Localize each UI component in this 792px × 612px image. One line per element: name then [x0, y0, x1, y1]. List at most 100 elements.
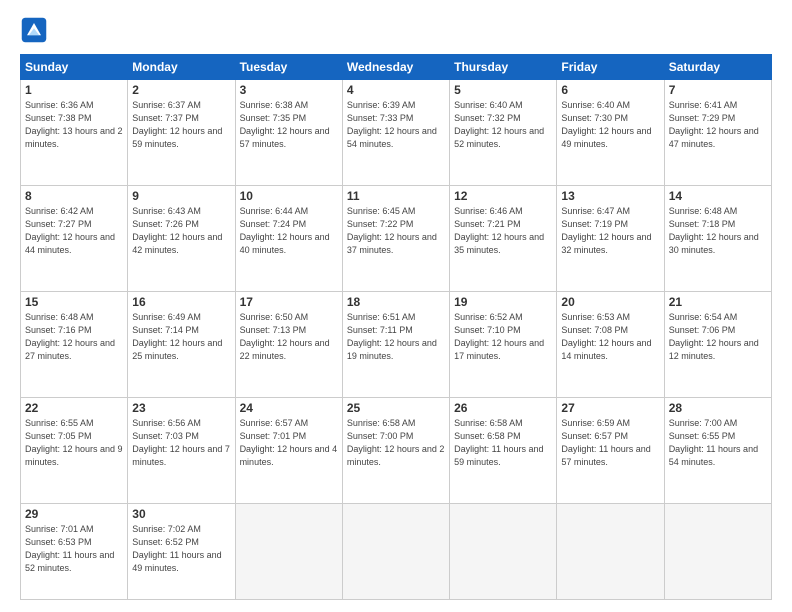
calendar-cell — [664, 503, 771, 599]
calendar-cell: 23Sunrise: 6:56 AMSunset: 7:03 PMDayligh… — [128, 397, 235, 503]
day-number: 12 — [454, 189, 552, 203]
day-number: 18 — [347, 295, 445, 309]
day-number: 30 — [132, 507, 230, 521]
calendar-cell: 7 Sunrise: 6:41 AMSunset: 7:29 PMDaylight… — [664, 80, 771, 186]
weekday-header: Tuesday — [235, 55, 342, 80]
day-number: 7 — [669, 83, 767, 97]
day-info: Sunrise: 6:56 AMSunset: 7:03 PMDaylight:… — [132, 417, 230, 469]
calendar-cell: 3 Sunrise: 6:38 AMSunset: 7:35 PMDaylight… — [235, 80, 342, 186]
day-number: 19 — [454, 295, 552, 309]
calendar-cell: 25 Sunrise: 6:58 AMSunset: 7:00 PMDayligh… — [342, 397, 449, 503]
calendar-cell: 4 Sunrise: 6:39 AMSunset: 7:33 PMDaylight… — [342, 80, 449, 186]
day-info: Sunrise: 6:48 AMSunset: 7:16 PMDaylight:… — [25, 311, 123, 363]
day-info: Sunrise: 6:52 AMSunset: 7:10 PMDaylight:… — [454, 311, 552, 363]
day-number: 11 — [347, 189, 445, 203]
weekday-header: Wednesday — [342, 55, 449, 80]
calendar-cell: 17 Sunrise: 6:50 AMSunset: 7:13 PMDayligh… — [235, 291, 342, 397]
day-number: 27 — [561, 401, 659, 415]
day-info: Sunrise: 6:46 AMSunset: 7:21 PMDaylight:… — [454, 205, 552, 257]
logo-icon — [20, 16, 48, 44]
logo — [20, 16, 52, 44]
day-info: Sunrise: 6:37 AMSunset: 7:37 PMDaylight:… — [132, 99, 230, 151]
calendar-cell: 27 Sunrise: 6:59 AMSunset: 6:57 PMDayligh… — [557, 397, 664, 503]
calendar-cell: 9 Sunrise: 6:43 AMSunset: 7:26 PMDaylight… — [128, 185, 235, 291]
calendar-cell: 16 Sunrise: 6:49 AMSunset: 7:14 PMDayligh… — [128, 291, 235, 397]
weekday-header: Sunday — [21, 55, 128, 80]
calendar-cell: 10 Sunrise: 6:44 AMSunset: 7:24 PMDayligh… — [235, 185, 342, 291]
day-info: Sunrise: 6:36 AMSunset: 7:38 PMDaylight:… — [25, 99, 123, 151]
day-info: Sunrise: 6:38 AMSunset: 7:35 PMDaylight:… — [240, 99, 338, 151]
day-number: 8 — [25, 189, 123, 203]
calendar-cell: 6Sunrise: 6:40 AMSunset: 7:30 PMDaylight… — [557, 80, 664, 186]
day-info: Sunrise: 6:51 AMSunset: 7:11 PMDaylight:… — [347, 311, 445, 363]
day-info: Sunrise: 6:43 AMSunset: 7:26 PMDaylight:… — [132, 205, 230, 257]
calendar-cell — [235, 503, 342, 599]
day-info: Sunrise: 6:42 AMSunset: 7:27 PMDaylight:… — [25, 205, 123, 257]
calendar-cell: 8 Sunrise: 6:42 AMSunset: 7:27 PMDaylight… — [21, 185, 128, 291]
calendar-cell: 22Sunrise: 6:55 AMSunset: 7:05 PMDayligh… — [21, 397, 128, 503]
calendar-cell: 2 Sunrise: 6:37 AMSunset: 7:37 PMDaylight… — [128, 80, 235, 186]
day-number: 10 — [240, 189, 338, 203]
day-number: 15 — [25, 295, 123, 309]
page: SundayMondayTuesdayWednesdayThursdayFrid… — [0, 0, 792, 612]
day-info: Sunrise: 7:01 AMSunset: 6:53 PMDaylight:… — [25, 523, 123, 575]
day-number: 1 — [25, 83, 123, 97]
calendar-cell: 14 Sunrise: 6:48 AMSunset: 7:18 PMDayligh… — [664, 185, 771, 291]
day-info: Sunrise: 6:45 AMSunset: 7:22 PMDaylight:… — [347, 205, 445, 257]
calendar-cell: 28 Sunrise: 7:00 AMSunset: 6:55 PMDayligh… — [664, 397, 771, 503]
calendar-cell: 26Sunrise: 6:58 AMSunset: 6:58 PMDayligh… — [450, 397, 557, 503]
day-info: Sunrise: 6:49 AMSunset: 7:14 PMDaylight:… — [132, 311, 230, 363]
day-number: 5 — [454, 83, 552, 97]
day-number: 24 — [240, 401, 338, 415]
day-number: 13 — [561, 189, 659, 203]
day-info: Sunrise: 6:39 AMSunset: 7:33 PMDaylight:… — [347, 99, 445, 151]
calendar-cell: 12 Sunrise: 6:46 AMSunset: 7:21 PMDayligh… — [450, 185, 557, 291]
day-info: Sunrise: 6:50 AMSunset: 7:13 PMDaylight:… — [240, 311, 338, 363]
weekday-header: Monday — [128, 55, 235, 80]
calendar-cell: 29 Sunrise: 7:01 AMSunset: 6:53 PMDayligh… — [21, 503, 128, 599]
day-number: 26 — [454, 401, 552, 415]
day-number: 20 — [561, 295, 659, 309]
day-info: Sunrise: 6:40 AMSunset: 7:32 PMDaylight:… — [454, 99, 552, 151]
calendar-cell: 5 Sunrise: 6:40 AMSunset: 7:32 PMDaylight… — [450, 80, 557, 186]
calendar-cell: 1 Sunrise: 6:36 AMSunset: 7:38 PMDaylight… — [21, 80, 128, 186]
calendar-cell: 20 Sunrise: 6:53 AMSunset: 7:08 PMDayligh… — [557, 291, 664, 397]
calendar-cell: 30 Sunrise: 7:02 AMSunset: 6:52 PMDayligh… — [128, 503, 235, 599]
day-info: Sunrise: 7:02 AMSunset: 6:52 PMDaylight:… — [132, 523, 230, 575]
day-number: 4 — [347, 83, 445, 97]
day-number: 22 — [25, 401, 123, 415]
day-number: 29 — [25, 507, 123, 521]
day-info: Sunrise: 6:57 AMSunset: 7:01 PMDaylight:… — [240, 417, 338, 469]
day-number: 16 — [132, 295, 230, 309]
day-info: Sunrise: 6:59 AMSunset: 6:57 PMDaylight:… — [561, 417, 659, 469]
day-info: Sunrise: 6:48 AMSunset: 7:18 PMDaylight:… — [669, 205, 767, 257]
calendar-cell: 15 Sunrise: 6:48 AMSunset: 7:16 PMDayligh… — [21, 291, 128, 397]
day-number: 17 — [240, 295, 338, 309]
day-info: Sunrise: 6:53 AMSunset: 7:08 PMDaylight:… — [561, 311, 659, 363]
day-number: 25 — [347, 401, 445, 415]
day-number: 28 — [669, 401, 767, 415]
calendar-cell — [342, 503, 449, 599]
day-info: Sunrise: 6:58 AMSunset: 7:00 PMDaylight:… — [347, 417, 445, 469]
weekday-header: Saturday — [664, 55, 771, 80]
calendar-cell: 11 Sunrise: 6:45 AMSunset: 7:22 PMDayligh… — [342, 185, 449, 291]
day-number: 14 — [669, 189, 767, 203]
calendar-cell — [557, 503, 664, 599]
header — [20, 16, 772, 44]
day-number: 21 — [669, 295, 767, 309]
day-number: 3 — [240, 83, 338, 97]
day-number: 6 — [561, 83, 659, 97]
calendar-cell: 24 Sunrise: 6:57 AMSunset: 7:01 PMDayligh… — [235, 397, 342, 503]
day-info: Sunrise: 7:00 AMSunset: 6:55 PMDaylight:… — [669, 417, 767, 469]
day-number: 9 — [132, 189, 230, 203]
day-info: Sunrise: 6:47 AMSunset: 7:19 PMDaylight:… — [561, 205, 659, 257]
day-number: 2 — [132, 83, 230, 97]
calendar-cell: 18 Sunrise: 6:51 AMSunset: 7:11 PMDayligh… — [342, 291, 449, 397]
day-info: Sunrise: 6:44 AMSunset: 7:24 PMDaylight:… — [240, 205, 338, 257]
calendar-cell — [450, 503, 557, 599]
calendar-cell: 21Sunrise: 6:54 AMSunset: 7:06 PMDayligh… — [664, 291, 771, 397]
day-info: Sunrise: 6:41 AMSunset: 7:29 PMDaylight:… — [669, 99, 767, 151]
weekday-header: Thursday — [450, 55, 557, 80]
calendar-cell: 19 Sunrise: 6:52 AMSunset: 7:10 PMDayligh… — [450, 291, 557, 397]
calendar-cell: 13 Sunrise: 6:47 AMSunset: 7:19 PMDayligh… — [557, 185, 664, 291]
